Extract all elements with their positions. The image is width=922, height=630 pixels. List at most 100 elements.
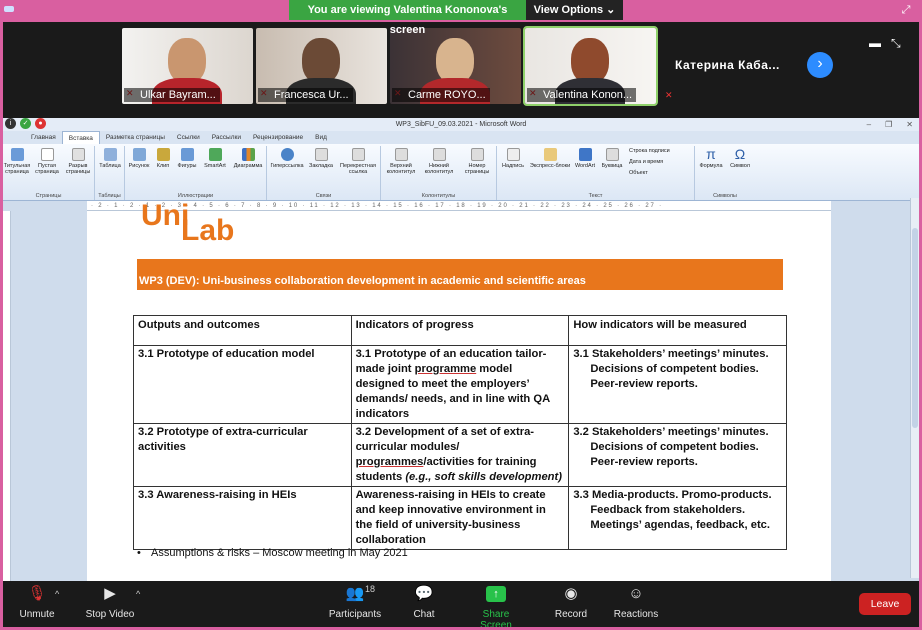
footer-button[interactable]: Нижний колонтитул	[421, 148, 457, 175]
window-controls: – ❐ ✕	[867, 118, 913, 131]
maximize-window-icon[interactable]: ❐	[885, 118, 892, 131]
tab-home[interactable]: Главная	[25, 131, 62, 144]
group-pages-label: Страницы	[35, 193, 62, 199]
cell-text-italic: (e.g., soft skills development)	[405, 471, 562, 483]
smartart-button[interactable]: SmartArt	[201, 148, 229, 169]
header-button[interactable]: Верхний колонтитул	[383, 148, 419, 175]
cross-reference-button[interactable]: Перекрестная ссылка	[337, 148, 379, 175]
table-header: Indicators of progress	[350, 315, 570, 346]
bookmark-icon	[314, 148, 328, 161]
group-text-label: Текст	[588, 193, 603, 199]
scrollbar-thumb[interactable]	[912, 228, 918, 428]
tab-review[interactable]: Рецензирование	[247, 131, 309, 144]
object-button[interactable]: Объект	[629, 170, 693, 176]
ribbon: Титульная страница Пустая страница Разры…	[3, 144, 919, 201]
unmute-label: Unmute	[19, 609, 55, 620]
strip-controls: ▬ ⤡	[869, 36, 901, 51]
share-screen-button[interactable]: ↑ Share Screen	[466, 586, 526, 630]
table-cell: 3.2 Development of a set of extra-curric…	[350, 423, 570, 487]
minimize-icon[interactable]: ⤡	[891, 36, 901, 51]
view-options-button[interactable]: View Options ⌄	[526, 0, 623, 20]
shapes-button[interactable]: Фигуры	[175, 148, 199, 169]
reactions-button[interactable]: ☺ Reactions	[611, 585, 661, 621]
chart-button[interactable]: Диаграмма	[231, 148, 265, 169]
cell-line: 3.1 Stakeholders’ meetings’ minutes.	[573, 348, 769, 360]
participants-button[interactable]: 👥 Participants	[325, 585, 385, 621]
page-number-button[interactable]: Номер страницы	[459, 148, 495, 175]
tab-references[interactable]: Ссылки	[171, 131, 206, 144]
participant-tile-2[interactable]: ✕ Francesca Ur...	[256, 28, 387, 104]
footer-icon	[432, 148, 446, 161]
blank-page-label: Пустая страница	[35, 163, 59, 175]
group-illustrations: Рисунок Клип Фигуры SmartArt Диаграмма И…	[125, 146, 267, 200]
vertical-scrollbar[interactable]	[910, 198, 919, 578]
quick-parts-button[interactable]: Экспресс-блоки	[529, 148, 571, 169]
tab-mailings[interactable]: Рассылки	[206, 131, 247, 144]
quick-parts-icon	[543, 148, 557, 161]
formula-button[interactable]: π Формула	[697, 147, 725, 169]
page-number-label: Номер страницы	[464, 163, 490, 175]
cover-page-button[interactable]: Титульная страница	[3, 148, 31, 175]
document-page[interactable]: Uni Lab WP3 (DEV): Uni-business collabor…	[87, 199, 831, 581]
symbol-label: Символ	[730, 163, 750, 169]
blank-page-button[interactable]: Пустая страница	[33, 148, 61, 175]
symbol-button[interactable]: Ω Символ	[727, 147, 753, 169]
chevron-down-icon: ⌄	[606, 4, 616, 16]
chevron-right-icon: ›	[817, 55, 823, 72]
stop-video-button[interactable]: ▶ Stop Video	[83, 586, 137, 621]
tab-page-layout[interactable]: Разметка страницы	[100, 131, 171, 144]
horizontal-ruler[interactable]: · 2 · 1 · 2 · 1 · 2 · 3 · 4 · 5 · 6 · 7 …	[87, 201, 831, 211]
chat-button[interactable]: 💬 Chat	[409, 586, 439, 621]
next-page-button[interactable]: ›	[807, 52, 833, 78]
picture-button[interactable]: Рисунок	[127, 148, 151, 169]
wp3-table: Outputs and outcomes Indicators of progr…	[133, 315, 787, 550]
wordart-button[interactable]: WordArt	[573, 148, 597, 169]
gallery-view-icon[interactable]	[4, 6, 14, 12]
cell-text-underlined: programmes	[355, 456, 424, 468]
group-symbols: π Формула Ω Символ Символы	[695, 146, 755, 200]
bookmark-button[interactable]: Закладка	[307, 148, 335, 169]
text-box-button[interactable]: Надпись	[499, 148, 527, 169]
vertical-ruler[interactable]	[3, 211, 11, 581]
participant-name-only[interactable]: Катерина Каба...	[675, 58, 780, 72]
fullscreen-icon[interactable]: ⤢	[900, 4, 912, 16]
speaker-view-icon[interactable]: ▬	[869, 36, 881, 51]
participant-tile-4[interactable]: ✕ Valentina Konon...	[523, 26, 658, 106]
dropcap-icon	[605, 148, 619, 161]
quick-parts-label: Экспресс-блоки	[529, 163, 571, 169]
signature-line-button[interactable]: Строка подписи	[629, 148, 693, 154]
participant-tile-1[interactable]: ✕ Ulkar Bayram...	[122, 28, 253, 104]
wordart-label: WordArt	[574, 163, 596, 169]
participants-icon: 👥	[345, 585, 365, 602]
table-cell: 3.1 Prototype of education model	[133, 345, 352, 424]
table-label: Таблица	[99, 163, 121, 169]
leave-button[interactable]: Leave	[859, 593, 911, 615]
tab-view[interactable]: Вид	[309, 131, 333, 144]
table-row: 3.2 Prototype of extra-curricular activi…	[133, 423, 787, 487]
clip-button[interactable]: Клип	[153, 148, 173, 169]
date-time-button[interactable]: Дата и время	[629, 159, 693, 165]
page-break-button[interactable]: Разрыв страницы	[63, 148, 93, 175]
cross-reference-label: Перекрестная ссылка	[340, 163, 376, 175]
cell-line: Peer-review reports.	[590, 456, 698, 468]
unmute-button[interactable]: 🎙 Unmute	[13, 586, 61, 621]
video-options-caret[interactable]: ^	[136, 589, 140, 599]
blank-page-icon	[40, 148, 54, 161]
unilab-logo: Uni Lab	[141, 199, 234, 247]
cover-page-icon	[10, 148, 24, 161]
audio-options-caret[interactable]: ^	[55, 589, 59, 599]
formula-label: Формула	[699, 163, 723, 169]
minimize-window-icon[interactable]: –	[867, 118, 871, 131]
table-button[interactable]: Таблица	[97, 148, 123, 169]
footer-label: Нижний колонтитул	[424, 163, 454, 175]
close-window-icon[interactable]: ✕	[906, 118, 913, 131]
group-header-footer: Верхний колонтитул Нижний колонтитул Ном…	[381, 146, 497, 200]
dropcap-button[interactable]: Буквица	[599, 148, 625, 169]
group-text: Надпись Экспресс-блоки WordArt Буквица С…	[497, 146, 695, 200]
table-cell: 3.2 Prototype of extra-curricular activi…	[133, 423, 352, 487]
ribbon-tabs: Главная Вставка Разметка страницы Ссылки…	[3, 131, 919, 144]
reactions-icon: ☺	[628, 585, 644, 602]
record-button[interactable]: ◉ Record	[552, 586, 590, 621]
hyperlink-button[interactable]: Гиперссылка	[269, 148, 305, 169]
tab-insert[interactable]: Вставка	[61, 131, 100, 144]
